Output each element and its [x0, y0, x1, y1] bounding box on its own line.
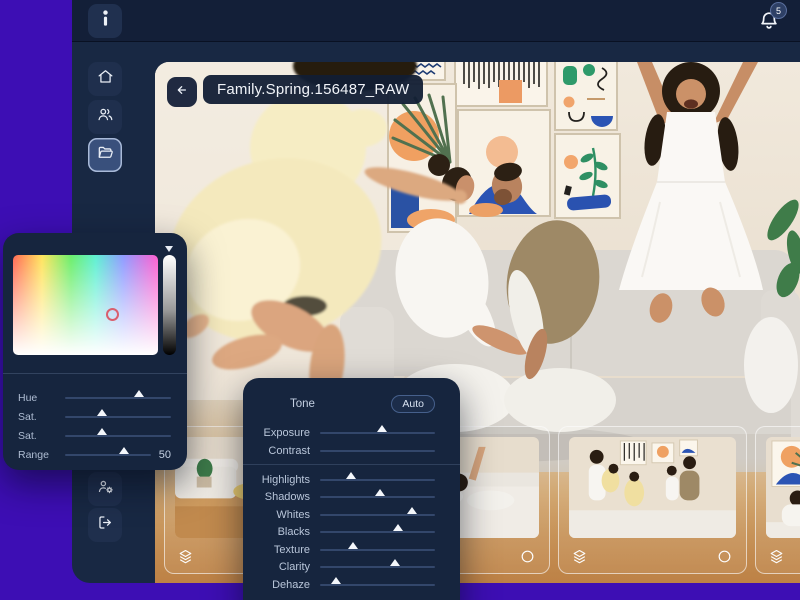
tone-panel-title: Tone: [290, 398, 315, 410]
thumbnail-image: [766, 437, 800, 538]
filename-chip: Family.Spring.156487_RAW: [203, 75, 423, 104]
folder-open-icon: [96, 143, 115, 167]
color-field[interactable]: [13, 255, 158, 355]
range-slider[interactable]: Range 50: [18, 448, 171, 461]
contrast-slider[interactable]: Contrast: [243, 445, 460, 457]
sidebar-item-account-settings[interactable]: [88, 472, 122, 506]
filmstrip-card-4[interactable]: [755, 426, 800, 574]
slider-thumb[interactable]: [119, 447, 129, 454]
slider-thumb[interactable]: [97, 428, 107, 435]
slider-thumb[interactable]: [377, 425, 387, 432]
slider-thumb[interactable]: [407, 507, 417, 514]
hue-slider[interactable]: Hue: [18, 391, 171, 404]
highlights-slider[interactable]: Highlights: [243, 474, 460, 486]
sidebar-item-people[interactable]: [88, 100, 122, 134]
color-picker-handle[interactable]: [106, 308, 119, 321]
filename-label: Family.Spring.156487_RAW: [217, 81, 409, 98]
layers-icon: [768, 548, 785, 565]
saturation-slider-2[interactable]: Sat.: [18, 429, 171, 442]
info-button[interactable]: [88, 4, 122, 38]
slider-thumb[interactable]: [134, 390, 144, 397]
bell-icon: [754, 23, 784, 40]
user-gear-icon: [96, 477, 115, 501]
people-icon: [96, 105, 115, 129]
slider-thumb[interactable]: [348, 542, 358, 549]
slider-thumb[interactable]: [375, 489, 385, 496]
divider: [243, 464, 460, 465]
sidebar-item-home[interactable]: [88, 62, 122, 96]
slider-thumb[interactable]: [346, 472, 356, 479]
sidebar-item-logout[interactable]: [88, 508, 122, 542]
home-icon: [96, 67, 115, 91]
exposure-slider[interactable]: Exposure: [243, 427, 460, 439]
topbar: 5: [72, 0, 800, 42]
auto-button[interactable]: Auto: [391, 395, 435, 413]
slider-thumb[interactable]: [97, 409, 107, 416]
layers-icon: [177, 548, 194, 565]
blacks-slider[interactable]: Blacks: [243, 526, 460, 538]
color-panel: Hue Sat. Sat. Range 50: [3, 233, 187, 470]
select-circle-icon[interactable]: [716, 548, 733, 565]
texture-slider[interactable]: Texture: [243, 544, 460, 556]
notifications-button[interactable]: 5: [754, 6, 784, 36]
value-bar[interactable]: [163, 255, 176, 355]
triangle-down-icon[interactable]: [165, 246, 173, 252]
back-button[interactable]: [167, 77, 197, 107]
clarity-slider[interactable]: Clarity: [243, 561, 460, 573]
layers-icon: [571, 548, 588, 565]
arrow-left-icon: [174, 82, 190, 103]
notification-badge: 5: [770, 2, 787, 19]
sidebar-item-folders[interactable]: [88, 138, 122, 172]
shadows-slider[interactable]: Shadows: [243, 491, 460, 503]
whites-slider[interactable]: Whites: [243, 509, 460, 521]
saturation-slider[interactable]: Sat.: [18, 410, 171, 423]
tone-panel: Tone Auto Exposure Contrast Highlights S…: [243, 378, 460, 600]
info-icon: [96, 9, 115, 33]
slider-thumb[interactable]: [331, 577, 341, 584]
slider-thumb[interactable]: [390, 559, 400, 566]
select-circle-icon[interactable]: [519, 548, 536, 565]
filmstrip-card-3[interactable]: [558, 426, 747, 574]
slider-thumb[interactable]: [393, 524, 403, 531]
dehaze-slider[interactable]: Dehaze: [243, 579, 460, 591]
thumbnail-image: [569, 437, 736, 538]
logout-icon: [96, 513, 115, 537]
